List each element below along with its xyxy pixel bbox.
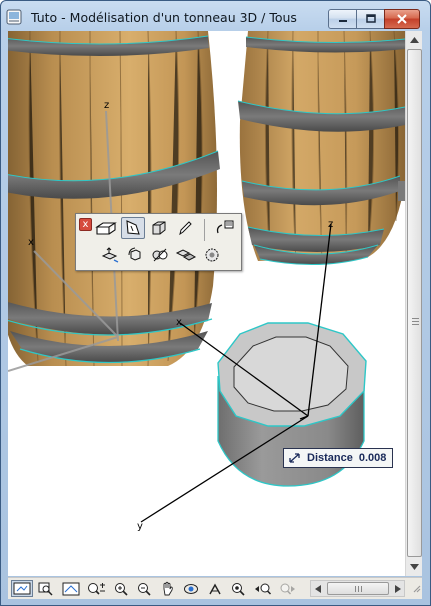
box-tool-button[interactable] (94, 217, 118, 239)
pointer-face-icon (126, 220, 140, 235)
3d-viewport[interactable]: z x z x y (8, 31, 405, 576)
axis-label-x-gizmo: x (176, 317, 182, 328)
fit-window-icon (13, 582, 31, 595)
fit-window-button[interactable] (11, 580, 33, 597)
zoom-plus-minus-icon (88, 582, 105, 595)
next-view-button[interactable] (276, 580, 298, 597)
rotate-cube-icon (128, 247, 141, 261)
boolean-icon (175, 249, 197, 261)
distance-label: Distance (307, 452, 353, 464)
previous-view-button[interactable] (252, 580, 274, 597)
arrow-up-icon (410, 36, 419, 43)
split-tool-button[interactable] (148, 244, 172, 266)
title-bar[interactable]: Tuto - Modélisation d'un tonneau 3D / To… (1, 1, 430, 31)
perspective-icon (62, 582, 80, 595)
distance-value: 0.008 (358, 452, 387, 464)
pencil-tool-button[interactable] (173, 217, 197, 239)
link-icon (216, 220, 234, 234)
axis-label-x-left: x (28, 237, 34, 248)
look-around-button[interactable] (228, 580, 248, 597)
pan-hand-button[interactable] (158, 580, 178, 597)
maximize-button[interactable] (356, 9, 385, 29)
horizontal-scroll-thumb[interactable] (327, 582, 389, 595)
arrow-left-icon[interactable] (315, 585, 321, 593)
split-icon (152, 248, 168, 262)
cube-face-icon (152, 221, 166, 235)
push-pull-tool-button[interactable] (98, 244, 122, 266)
rotate-cube-tool-button[interactable] (123, 244, 147, 266)
palette-close-button[interactable]: x (79, 218, 92, 231)
axis-label-z-left: z (104, 100, 109, 111)
resize-grip-icon[interactable] (410, 582, 422, 596)
orbit-icon (184, 583, 198, 594)
zoom-out-icon (138, 582, 151, 596)
zoom-area-icon (38, 582, 53, 596)
barrel-left[interactable] (8, 31, 220, 367)
push-pull-icon (101, 247, 119, 263)
zoom-in-button[interactable] (111, 580, 131, 597)
distance-tooltip: Distance 0.008 (283, 448, 393, 468)
scroll-up-button[interactable] (406, 31, 423, 48)
zoom-in-icon (115, 582, 128, 596)
zoom-out-button[interactable] (134, 580, 154, 597)
arrow-right-icon[interactable] (395, 585, 401, 593)
scroll-thumb[interactable] (407, 49, 422, 557)
pan-hand-icon (163, 581, 173, 596)
pointer-face-tool-button[interactable] (121, 217, 145, 239)
minimize-icon (338, 20, 347, 22)
horizontal-scrollbar[interactable] (310, 580, 405, 597)
3d-scene: z x z x y (8, 31, 405, 532)
axis-label-z-gizmo: z (328, 219, 333, 230)
zoom-plus-minus-button[interactable] (84, 580, 108, 597)
maximize-icon (365, 14, 376, 23)
link-tool-button[interactable] (213, 217, 237, 239)
bottom-navigation-toolbar (8, 577, 422, 599)
scroll-down-button[interactable] (406, 558, 423, 575)
tool-palette[interactable]: x (75, 213, 242, 271)
orbit-button[interactable] (181, 580, 201, 597)
look-around-icon (232, 582, 245, 596)
box-icon (95, 222, 117, 235)
boolean-tool-button[interactable] (174, 244, 198, 266)
previous-view-icon (255, 583, 272, 595)
sphere-icon (205, 248, 219, 262)
pencil-icon (179, 221, 192, 236)
close-icon (397, 14, 407, 24)
barrel-right[interactable] (237, 31, 405, 266)
palette-divider (204, 219, 205, 241)
perspective-button[interactable] (60, 580, 82, 597)
zoom-area-button[interactable] (36, 580, 58, 597)
close-button[interactable] (384, 9, 420, 29)
arrow-down-icon (410, 563, 419, 570)
walk-button[interactable] (205, 580, 225, 597)
walk-icon (209, 583, 221, 594)
next-view-icon (280, 583, 295, 595)
sphere-tool-button[interactable] (200, 244, 224, 266)
cube-face-tool-button[interactable] (147, 217, 171, 239)
app-icon (6, 9, 22, 25)
vertical-scrollbar[interactable] (405, 31, 422, 576)
minimize-button[interactable] (328, 9, 357, 29)
window-title: Tuto - Modélisation d'un tonneau 3D / To… (31, 10, 297, 25)
distance-arrow-icon (287, 451, 303, 465)
axis-label-y-gizmo: y (137, 521, 143, 532)
